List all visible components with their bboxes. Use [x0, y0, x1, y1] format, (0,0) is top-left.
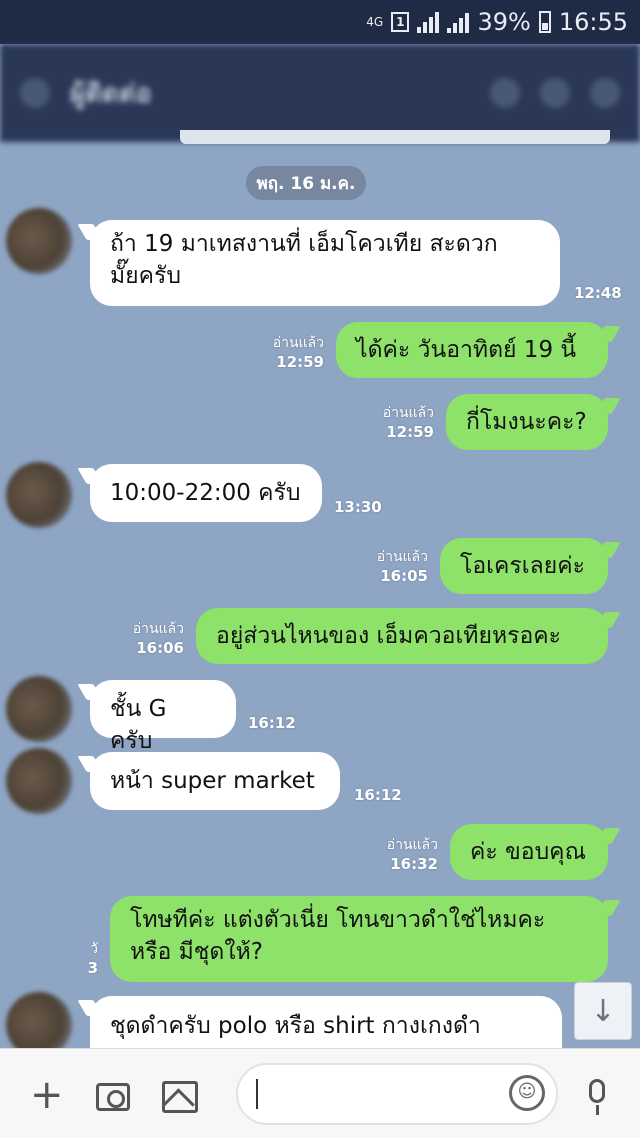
chat-title: ผู้ติดต่อ — [70, 78, 152, 109]
message-time: 16:32 — [390, 855, 438, 873]
chat-header: ผู้ติดต่อ — [0, 44, 640, 142]
read-receipt: วั — [90, 941, 98, 957]
camera-icon[interactable] — [96, 1083, 130, 1111]
message-meta: วั 3 — [56, 940, 98, 978]
message-incoming[interactable]: ชุดดำครับ polo หรือ shirt กางเกงดำ — [90, 996, 562, 1048]
read-receipt: อ่านแล้ว — [132, 621, 184, 637]
read-receipt: อ่านแล้ว — [382, 405, 434, 421]
message-text: ค่ะ ขอบคุณ — [470, 839, 586, 865]
message-outgoing[interactable]: อยู่ส่วนไหนของ เอ็มควอเทียหรอคะ — [196, 608, 608, 664]
message-text: อยู่ส่วนไหนของ เอ็มควอเทียหรอคะ — [216, 623, 562, 649]
message-outgoing[interactable]: ได้ค่ะ วันอาทิตย์ 19 นี้ — [336, 322, 608, 378]
message-meta: อ่านแล้ว 16:32 — [354, 836, 438, 874]
message-text: ถ้า 19 มาเทสงานที่ เอ็มโควเทีย สะดวก — [110, 231, 498, 257]
network-type: 4G — [366, 15, 384, 29]
sim-indicator: 1 — [391, 12, 410, 32]
message-outgoing[interactable]: กี่โมงนะคะ? — [446, 394, 608, 450]
message-outgoing[interactable]: โทษทีค่ะ แต่งตัวเนี่ย โทนขาวดำใช่ไหมคะ ห… — [110, 896, 608, 982]
message-text: หรือ มีชุดให้? — [130, 939, 263, 965]
contact-avatar[interactable] — [6, 992, 72, 1048]
message-time: 16:12 — [354, 786, 402, 804]
contact-avatar[interactable] — [6, 748, 72, 814]
message-time: 12:59 — [276, 353, 324, 371]
scroll-to-bottom-button[interactable]: ↓ — [574, 982, 632, 1040]
message-time: 12:59 — [386, 423, 434, 441]
battery-icon — [538, 11, 551, 33]
message-outgoing[interactable]: โอเครเลยค่ะ — [440, 538, 608, 594]
message-incoming[interactable]: 10:00-22:00 ครับ — [90, 464, 322, 522]
signal-icon — [417, 11, 440, 33]
message-text: ได้ค่ะ วันอาทิตย์ 19 นี้ — [356, 337, 577, 363]
search-icon[interactable] — [540, 78, 570, 108]
message-time: 16:12 — [248, 714, 296, 732]
contact-avatar[interactable] — [6, 676, 72, 742]
message-text: มั๊ยครับ — [110, 263, 181, 289]
message-time: 3 — [87, 959, 98, 977]
message-text: โอเครเลยค่ะ — [460, 553, 585, 579]
message-text: โทษทีค่ะ แต่งตัวเนี่ย โทนขาวดำใช่ไหมคะ — [130, 907, 546, 933]
read-receipt: อ่านแล้ว — [386, 837, 438, 853]
plus-icon[interactable]: + — [30, 1075, 64, 1115]
message-meta: อ่านแล้ว 16:06 — [100, 620, 184, 658]
message-meta: อ่านแล้ว 16:05 — [344, 548, 428, 586]
message-text: 10:00-22:00 ครับ — [110, 480, 301, 506]
contact-avatar[interactable] — [6, 208, 72, 274]
message-text: ชุดดำครับ polo หรือ shirt กางเกงดำ — [110, 1013, 481, 1039]
message-text: กี่โมงนะคะ? — [466, 409, 587, 435]
arrow-down-icon: ↓ — [590, 993, 616, 1029]
message-incoming[interactable]: ชั้น G ครับ — [90, 680, 236, 754]
message-incoming[interactable]: ถ้า 19 มาเทสงานที่ เอ็มโควเทีย สะดวก มั๊… — [90, 220, 560, 306]
message-incoming[interactable]: หน้า super market — [90, 752, 340, 810]
status-bar: 4G 1 39% 16:55 — [0, 0, 640, 44]
emoji-icon[interactable]: ☺ — [509, 1075, 545, 1111]
pinned-preview — [180, 130, 610, 144]
message-meta: อ่านแล้ว 12:59 — [350, 404, 434, 442]
read-receipt: อ่านแล้ว — [376, 549, 428, 565]
message-time: 16:05 — [380, 567, 428, 585]
menu-icon[interactable] — [590, 78, 620, 108]
microphone-icon[interactable] — [586, 1079, 608, 1115]
message-text: หน้า super market — [110, 768, 315, 794]
battery-percent: 39% — [477, 8, 531, 36]
back-icon[interactable] — [20, 78, 50, 108]
text-caret — [256, 1079, 258, 1109]
call-icon[interactable] — [490, 78, 520, 108]
message-outgoing[interactable]: ค่ะ ขอบคุณ — [450, 824, 608, 880]
input-bar: + ☺ — [0, 1048, 640, 1138]
message-text: ชั้น G ครับ — [110, 696, 167, 754]
read-receipt: อ่านแล้ว — [272, 335, 324, 351]
message-time: 13:30 — [334, 498, 382, 516]
contact-avatar[interactable] — [6, 462, 72, 528]
image-icon[interactable] — [162, 1081, 198, 1113]
message-list[interactable]: ถ้า 19 มาเทสงานที่ เอ็มโควเทีย สะดวก มั๊… — [0, 200, 640, 1048]
message-time: 12:48 — [574, 284, 622, 302]
message-meta: อ่านแล้ว 12:59 — [240, 334, 324, 372]
message-time: 16:06 — [136, 639, 184, 657]
signal-2-icon — [447, 11, 470, 33]
clock: 16:55 — [558, 8, 628, 36]
date-separator: พฤ. 16 ม.ค. — [246, 166, 366, 200]
